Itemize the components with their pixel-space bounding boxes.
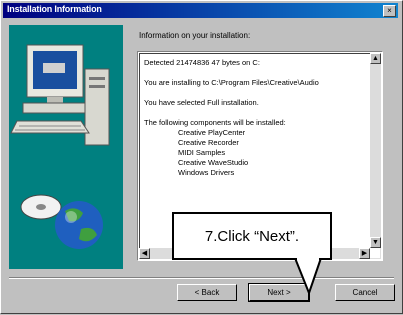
component-item: MIDI Samples (178, 148, 226, 157)
components-intro-line: The following components will be install… (144, 118, 286, 127)
scroll-up-icon[interactable]: ▲ (370, 53, 381, 64)
title-bar: Installation Information × (3, 3, 398, 18)
next-button[interactable]: Next > (248, 283, 310, 302)
section-heading: Information on your installation: (139, 31, 251, 40)
vertical-scrollbar[interactable]: ▲ ▼ (370, 53, 381, 248)
instruction-callout: 7.Click “Next”. (172, 212, 332, 260)
computer-globe-illustration (9, 25, 123, 269)
back-button[interactable]: < Back (177, 284, 237, 301)
close-button[interactable]: × (383, 5, 396, 17)
component-item: Windows Drivers (178, 168, 235, 177)
button-separator (9, 277, 394, 279)
component-item: Creative Recorder (178, 138, 239, 147)
installation-info-dialog: Installation Information × Information o… (0, 0, 403, 314)
window-title: Installation Information (7, 4, 102, 14)
install-path-line: You are installing to C:\Program Files\C… (144, 78, 319, 87)
computer-icon (10, 44, 110, 249)
component-item: Creative WaveStudio (178, 158, 249, 167)
scroll-left-icon[interactable]: ◀ (139, 248, 150, 259)
scroll-right-icon[interactable]: ▶ (359, 248, 370, 259)
component-item: Creative PlayCenter (178, 128, 246, 137)
install-type-line: You have selected Full installation. (144, 98, 259, 107)
detected-bytes-line: Detected 21474836 47 bytes on C: (144, 58, 260, 67)
scroll-down-icon[interactable]: ▼ (370, 237, 381, 248)
cancel-button[interactable]: Cancel (335, 284, 395, 301)
